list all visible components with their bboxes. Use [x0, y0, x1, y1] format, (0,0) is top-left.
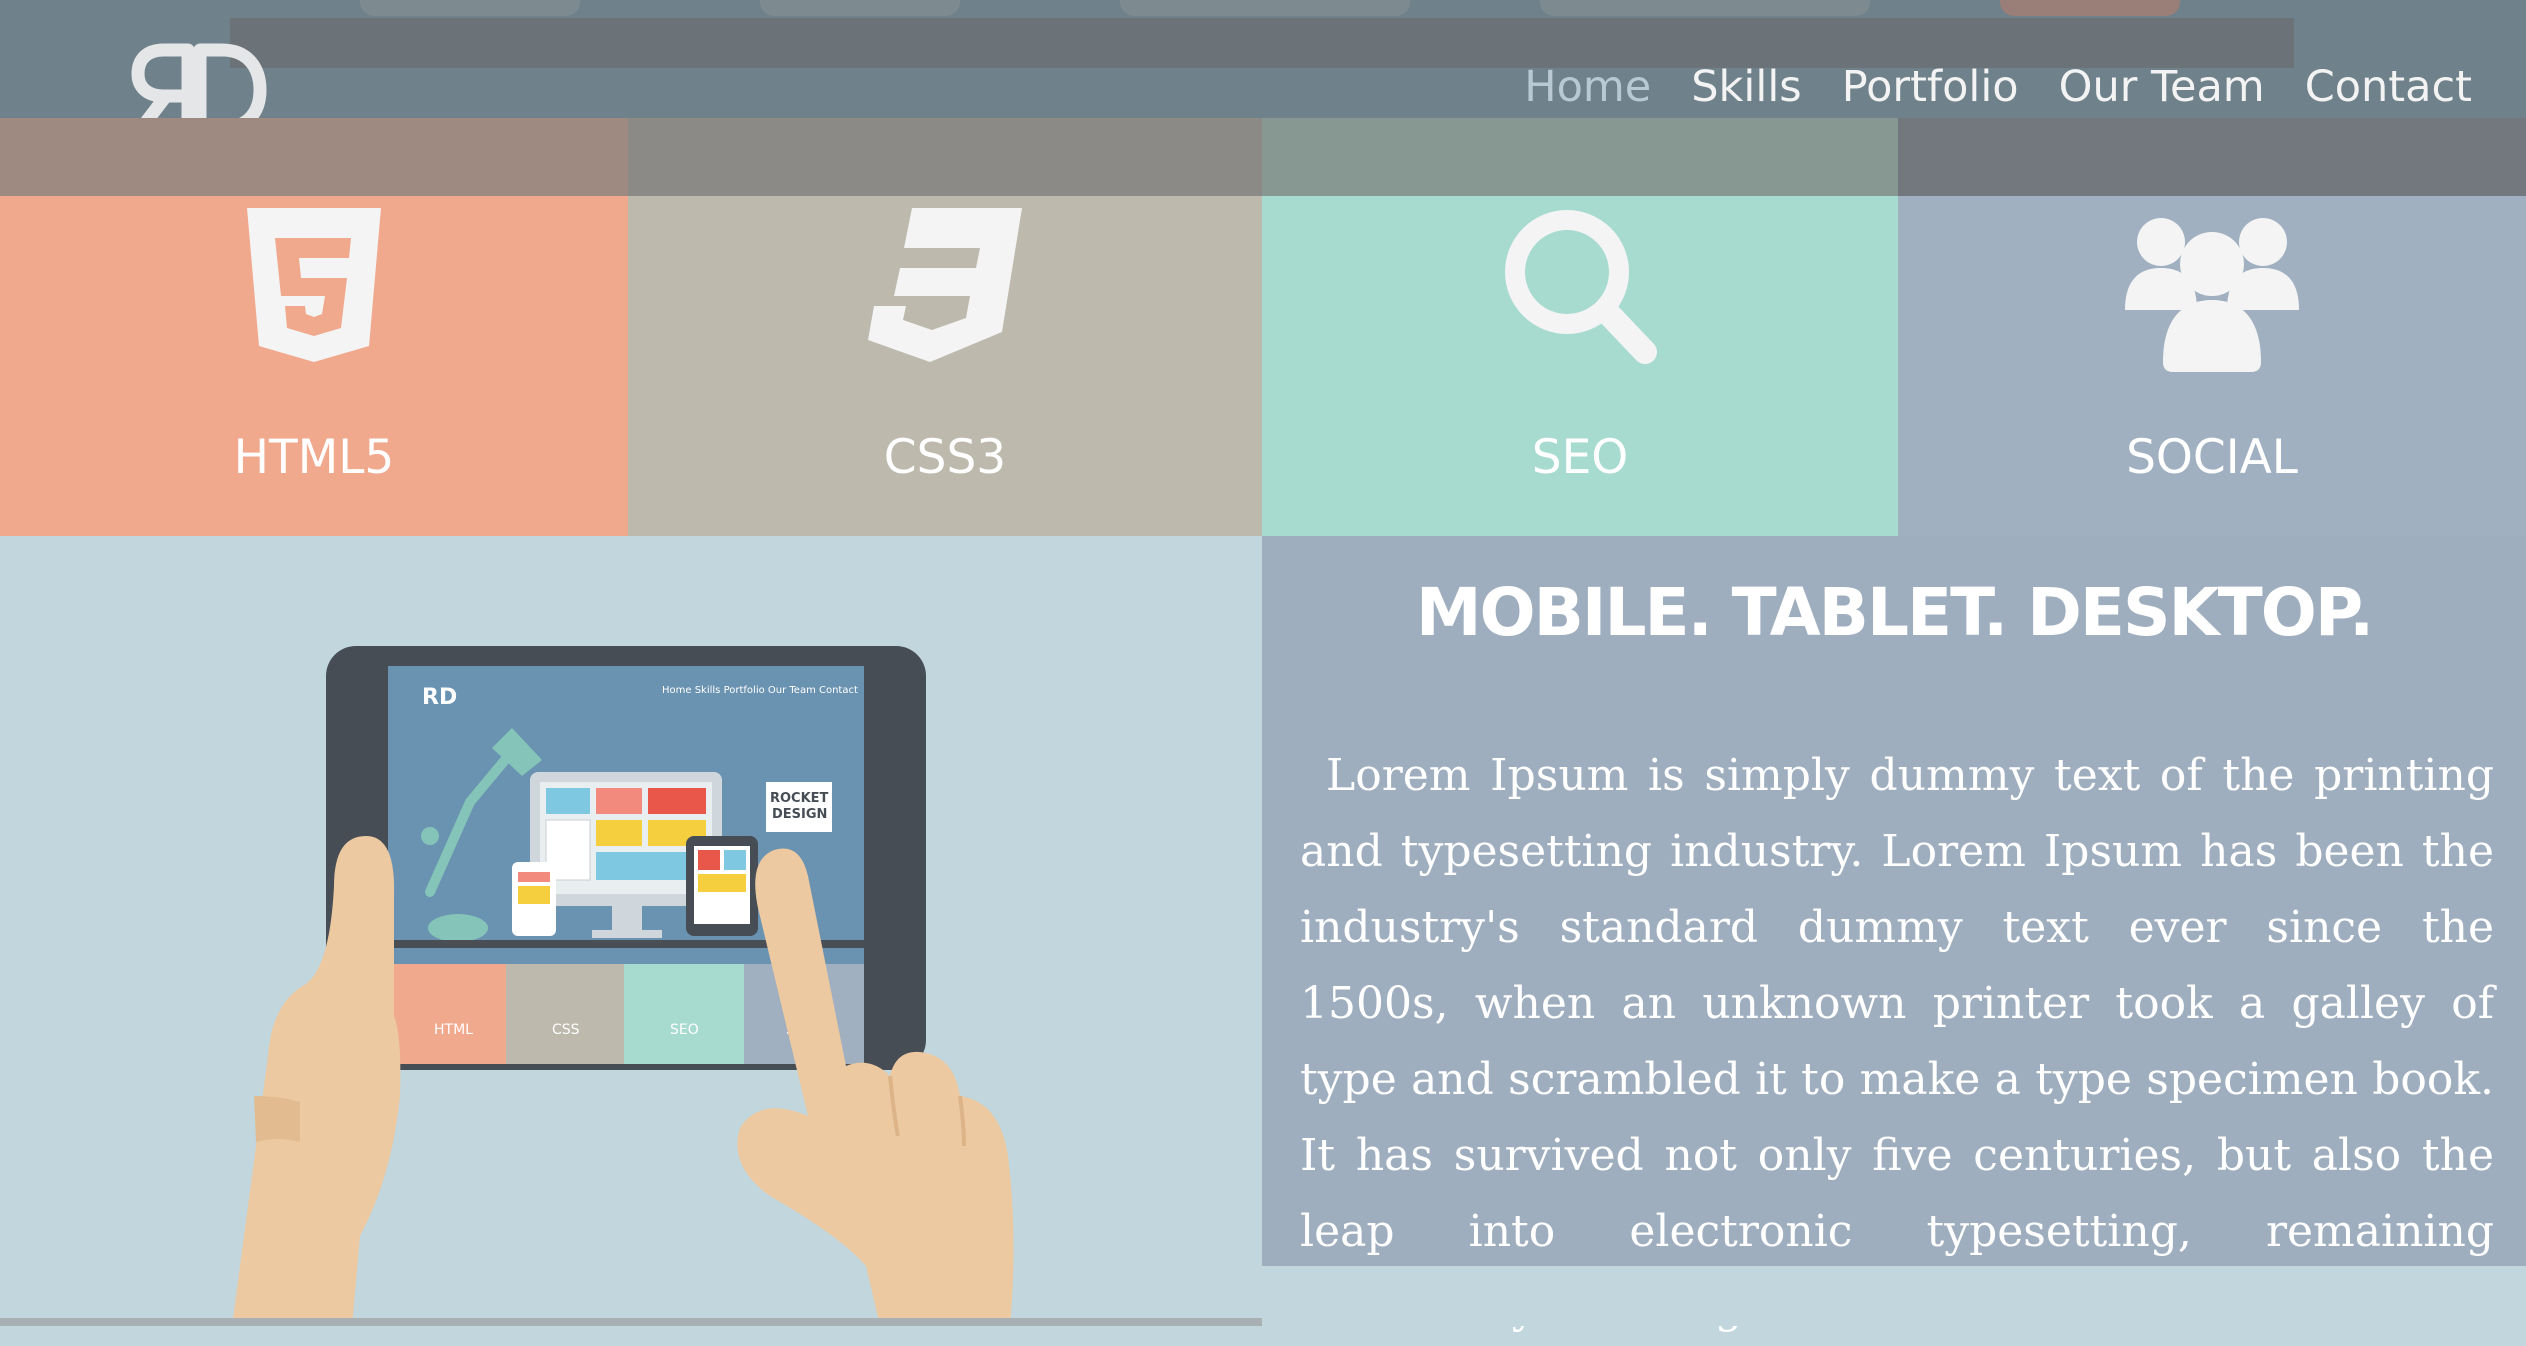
- tile-strip: [0, 118, 628, 196]
- header-ghost-tab: [360, 0, 580, 16]
- search-icon: [1505, 210, 1657, 364]
- illustration-panel: RD Home Skills Portfolio Our Team Contac…: [0, 536, 1262, 1326]
- tile-label: CSS3: [883, 430, 1007, 485]
- nav-contact[interactable]: Contact: [2305, 62, 2472, 112]
- tile-label: SEO: [1531, 430, 1629, 485]
- lower-background: [1262, 1266, 2526, 1326]
- tile-strip: [1262, 118, 1898, 196]
- tile-css3[interactable]: CSS3: [628, 118, 1262, 536]
- screen-sign-line-1: ROCKET: [770, 791, 829, 806]
- screen-tile-html: HTML: [434, 1022, 473, 1038]
- header-ghost-tab: [1540, 0, 1870, 16]
- main-nav: Home Skills Portfolio Our Team Contact: [1524, 62, 2472, 112]
- tile-seo[interactable]: SEO: [1262, 118, 1898, 536]
- css3-icon: [868, 208, 1022, 362]
- tile-social[interactable]: SOCIAL: [1898, 118, 2526, 536]
- bottom-rule: [0, 1318, 1262, 1326]
- html5-icon: [247, 208, 381, 362]
- header-ghost-tab: [1120, 0, 1410, 16]
- nav-portfolio[interactable]: Portfolio: [1842, 62, 2019, 112]
- tile-html5[interactable]: HTML5: [0, 118, 628, 536]
- tile-strip: [628, 118, 1262, 196]
- tablet-illustration: RD Home Skills Portfolio Our Team Contac…: [232, 646, 1014, 1326]
- screen-logo: RD: [422, 685, 457, 710]
- header-ghost-tab: [760, 0, 960, 16]
- screen-tile-css: CSS: [552, 1022, 580, 1038]
- screen-tile-seo: SEO: [670, 1022, 699, 1038]
- header-ghost-tab: [2000, 0, 2180, 16]
- feature-panel: MOBILE. TABLET. DESKTOP. Lorem Ipsum is …: [1262, 536, 2526, 1333]
- site-header: Home Skills Portfolio Our Team Contact: [0, 0, 2526, 135]
- tile-strip: [1898, 118, 2526, 196]
- feature-body: Lorem Ipsum is simply dummy text of the …: [1300, 750, 2494, 1333]
- screen-sign-line-2: DESIGN: [772, 807, 827, 822]
- tile-label: SOCIAL: [2126, 430, 2298, 485]
- group-icon: [2125, 218, 2299, 372]
- nav-our-team[interactable]: Our Team: [2059, 62, 2265, 112]
- feature-title: MOBILE. TABLET. DESKTOP.: [1415, 574, 2374, 651]
- skill-tiles: HTML5 CSS3 SEO SOCIAL: [0, 118, 2526, 536]
- header-ghost-bar: [230, 18, 2294, 68]
- tile-label: HTML5: [233, 430, 395, 485]
- nav-home[interactable]: Home: [1524, 62, 1651, 112]
- screen-nav: Home Skills Portfolio Our Team Contact: [662, 685, 858, 696]
- nav-skills[interactable]: Skills: [1691, 62, 1801, 112]
